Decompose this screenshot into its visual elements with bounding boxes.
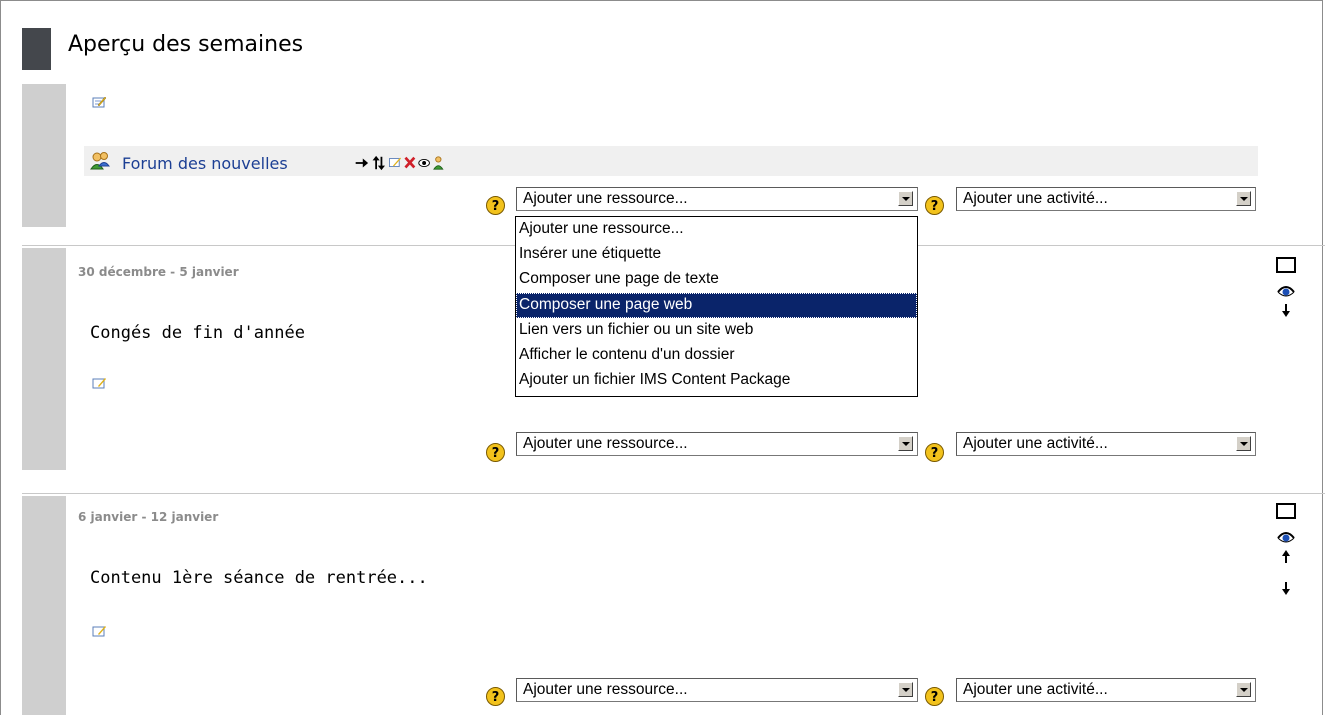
section-side-left (22, 496, 66, 715)
add-resource-select[interactable]: Ajouter une ressource... (516, 678, 918, 702)
chevron-down-icon[interactable] (1236, 436, 1251, 451)
add-resource-select[interactable]: Ajouter une ressource... (516, 432, 918, 456)
dropdown-option[interactable]: Ajouter un fichier IMS Content Package (516, 368, 917, 393)
add-resource-select-value: Ajouter une ressource... (523, 681, 688, 698)
svg-text:?: ? (931, 199, 939, 214)
add-activity-select[interactable]: Ajouter une activité... (956, 432, 1256, 456)
add-activity-select[interactable]: Ajouter une activité... (956, 187, 1256, 211)
arrow-down-icon[interactable] (1280, 580, 1292, 596)
section-side-left (22, 84, 66, 227)
help-icon[interactable]: ? (924, 195, 945, 216)
section-divider (22, 493, 1325, 494)
svg-text:?: ? (492, 446, 500, 461)
chevron-down-icon[interactable] (898, 682, 913, 697)
eye-icon[interactable] (1276, 526, 1296, 546)
edit-icon[interactable] (92, 625, 106, 637)
section-side-left (22, 248, 66, 470)
dropdown-option[interactable]: Composer une page de texte (516, 267, 917, 292)
highlight-box-icon[interactable] (1275, 502, 1297, 520)
move-icon[interactable] (372, 155, 385, 171)
delete-icon[interactable] (404, 156, 416, 169)
edit-icon[interactable] (92, 377, 106, 389)
help-icon[interactable]: ? (924, 442, 945, 463)
page-title: Aperçu des semaines (68, 32, 304, 57)
arrow-up-icon[interactable] (1280, 549, 1292, 565)
add-activity-select-value: Ajouter une activité... (963, 435, 1108, 452)
chevron-down-icon[interactable] (898, 191, 913, 206)
svg-text:?: ? (492, 690, 500, 705)
svg-text:?: ? (931, 446, 939, 461)
move-right-icon[interactable] (355, 158, 369, 168)
header-block (22, 28, 51, 70)
help-icon[interactable]: ? (485, 686, 506, 707)
forum-link[interactable]: Forum des nouvelles (122, 154, 288, 173)
edit-icon[interactable] (389, 157, 401, 167)
resource-dropdown-list: Ajouter une ressource... Insérer une éti… (515, 216, 918, 397)
arrow-down-icon[interactable] (1280, 302, 1292, 318)
add-activity-select[interactable]: Ajouter une activité... (956, 678, 1256, 702)
chevron-down-icon[interactable] (898, 436, 913, 451)
dropdown-option[interactable]: Insérer une étiquette (516, 242, 917, 267)
highlight-box-icon[interactable] (1275, 256, 1297, 274)
add-activity-select-value: Ajouter une activité... (963, 681, 1108, 698)
section-date: 30 décembre - 5 janvier (78, 265, 239, 279)
chevron-down-icon[interactable] (1236, 191, 1251, 206)
help-icon[interactable]: ? (924, 686, 945, 707)
section-date: 6 janvier - 12 janvier (78, 510, 219, 524)
add-activity-select-value: Ajouter une activité... (963, 190, 1108, 207)
add-resource-select[interactable]: Ajouter une ressource... (516, 187, 918, 211)
edit-icon[interactable] (92, 96, 106, 108)
add-resource-select-value: Ajouter une ressource... (523, 435, 688, 452)
svg-text:?: ? (931, 690, 939, 705)
chevron-down-icon[interactable] (1236, 682, 1251, 697)
help-icon[interactable]: ? (485, 195, 506, 216)
help-icon[interactable]: ? (485, 442, 506, 463)
dropdown-option[interactable]: Lien vers un fichier ou un site web (516, 318, 917, 343)
forum-icon (90, 152, 110, 170)
add-resource-select-value: Ajouter une ressource... (523, 190, 688, 207)
eye-icon[interactable] (418, 159, 430, 167)
section-summary: Contenu 1ère séance de rentrée... (90, 568, 428, 588)
dropdown-option[interactable]: Ajouter une ressource... (516, 217, 917, 242)
dropdown-option[interactable]: Afficher le contenu d'un dossier (516, 343, 917, 368)
section-summary: Congés de fin d'année (90, 323, 305, 343)
groups-icon[interactable] (433, 156, 444, 170)
dropdown-option-highlighted[interactable]: Composer une page web (516, 292, 917, 318)
activity-tools (355, 155, 444, 171)
svg-text:?: ? (492, 199, 500, 214)
eye-icon[interactable] (1276, 280, 1296, 300)
